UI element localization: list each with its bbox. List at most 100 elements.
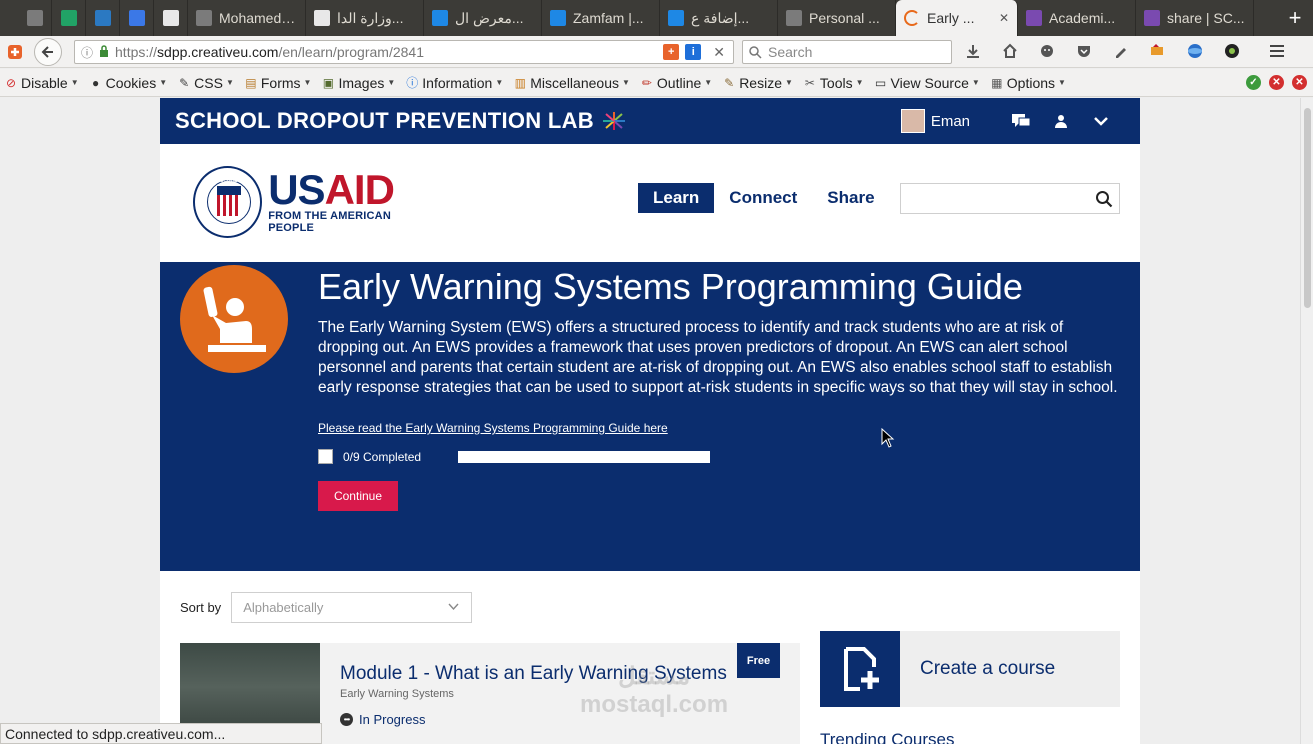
download-icon[interactable] <box>962 40 984 62</box>
browser-nav-bar: ⓘ https://sdpp.creativeu.com/en/learn/pr… <box>0 36 1313 68</box>
addon-info-icon[interactable]: i <box>685 44 702 60</box>
devbar-forms[interactable]: ▤ Forms ▼ <box>244 74 311 91</box>
chevron-down-icon[interactable] <box>1090 110 1112 132</box>
hamburger-menu-icon[interactable] <box>1266 40 1288 62</box>
browser-status-bar: Connected to sdpp.creativeu.com... <box>0 723 322 744</box>
site-container: SCHOOL DROPOUT PREVENTION LAB Eman USAID… <box>160 98 1140 744</box>
program-description: The Early Warning System (EWS) offers a … <box>318 319 1118 396</box>
program-title: Early Warning Systems Programming Guide <box>318 266 1023 307</box>
page-icon <box>314 10 330 26</box>
browser-search-placeholder: Search <box>768 44 813 60</box>
info-icon[interactable]: ⓘ <box>81 44 93 61</box>
speedometer-icon[interactable] <box>1221 40 1243 62</box>
view-source-icon: ▭ <box>874 75 887 90</box>
browser-tab[interactable] <box>154 0 188 36</box>
page-viewport: SCHOOL DROPOUT PREVENTION LAB Eman USAID… <box>0 98 1300 744</box>
browser-tab[interactable] <box>86 0 120 36</box>
back-button[interactable] <box>34 37 62 66</box>
browser-tab[interactable]: Personal ... <box>778 0 896 36</box>
devbar-cookies[interactable]: ● Cookies ▼ <box>89 75 167 91</box>
devbar-resize[interactable]: ✎ Resize ▼ <box>722 75 793 91</box>
sdpp-icon <box>1144 10 1160 26</box>
mouse-cursor-icon <box>881 428 895 448</box>
avatar[interactable] <box>900 109 925 133</box>
devbar-view-source[interactable]: ▭ View Source ▼ <box>874 75 980 91</box>
devbar-options[interactable]: ▦ Options ▼ <box>990 75 1066 91</box>
create-course-label[interactable]: Create a course <box>920 658 1055 680</box>
username[interactable]: Eman <box>931 113 970 130</box>
gmail-icon <box>786 10 802 26</box>
site-brand[interactable]: SCHOOL DROPOUT PREVENTION LAB <box>175 108 594 134</box>
free-badge: Free <box>737 643 780 678</box>
sheets-icon <box>60 10 77 26</box>
url-bar[interactable]: ⓘ https://sdpp.creativeu.com/en/learn/pr… <box>74 40 734 64</box>
nav-share[interactable]: Share <box>812 183 889 213</box>
messages-icon[interactable] <box>1010 110 1032 132</box>
dropdown-arrow-icon: ▼ <box>1058 78 1066 87</box>
error-icon[interactable]: ✕ <box>1269 75 1284 90</box>
devbar-item-label: Forms <box>260 74 301 91</box>
extension-icon[interactable] <box>1147 40 1169 62</box>
main-nav: Learn Connect Share <box>638 183 890 213</box>
profile-icon[interactable] <box>1050 110 1072 132</box>
browser-tab[interactable]: إضافة ع... <box>660 0 778 36</box>
addon-menu-icon[interactable] <box>4 41 26 63</box>
guide-link[interactable]: Please read the Early Warning Systems Pr… <box>318 421 668 435</box>
devbar-item-label: Tools <box>819 74 853 91</box>
devbar-css[interactable]: ✎ CSS ▼ <box>177 75 234 91</box>
browser-tab[interactable]: Academi... <box>1018 0 1136 36</box>
check-icon[interactable]: ✓ <box>1246 75 1261 90</box>
search-icon[interactable] <box>1095 190 1113 208</box>
browser-tab-label: Early ... <box>927 10 975 26</box>
dropdown-arrow-icon: ▼ <box>387 78 396 87</box>
page-scrollbar[interactable] <box>1300 98 1313 744</box>
site-search-input[interactable] <box>900 183 1120 214</box>
browser-tab[interactable] <box>52 0 86 36</box>
globe-icon[interactable] <box>1184 40 1206 62</box>
pocket-icon[interactable] <box>1073 40 1095 62</box>
browser-tab[interactable]: Zamfam |... <box>542 0 660 36</box>
url-path: /en/learn/program/2841 <box>278 44 424 60</box>
url-prefix: https:// <box>115 44 158 60</box>
nav-learn[interactable]: Learn <box>638 183 715 213</box>
close-toolbar-icon[interactable]: ✕ <box>1292 75 1307 90</box>
close-tab-icon[interactable]: ✕ <box>999 11 1009 25</box>
pen-icon[interactable] <box>1110 40 1132 62</box>
web-developer-toolbar: ⊘ Disable ▼ ● Cookies ▼ ✎ CSS ▼ ▤ Forms ▼ ▣ Images ▼ ⓘ I… <box>0 69 1313 97</box>
devbar-images[interactable]: ▣ Images ▼ <box>321 75 396 91</box>
seal-label: USAID <box>219 178 239 184</box>
browser-search-input[interactable]: Search <box>742 40 952 64</box>
devbar-information[interactable]: ⓘ Information ▼ <box>405 75 503 91</box>
chat-icon[interactable] <box>1036 40 1058 62</box>
usaid-seal-icon: USAID <box>193 166 263 238</box>
gmail-icon <box>26 10 43 26</box>
nav-connect[interactable]: Connect <box>714 183 812 213</box>
browser-tab[interactable]: share | SC... <box>1136 0 1254 36</box>
olx-icon <box>162 10 179 26</box>
watermark-en: mostaql.com <box>580 691 729 718</box>
browser-tab[interactable] <box>120 0 154 36</box>
search-icon <box>749 45 762 59</box>
site-top-strip: SCHOOL DROPOUT PREVENTION LAB Eman <box>160 98 1140 144</box>
logo-aid: AID <box>324 166 395 213</box>
browser-tab[interactable]: وزارة الدا... <box>306 0 424 36</box>
in-progress-icon: ••• <box>340 713 353 726</box>
usaid-logo[interactable]: USAID USAID FROM THE AMERICAN PEOPLE <box>193 166 433 238</box>
continue-button[interactable]: Continue <box>318 481 398 511</box>
browser-tab[interactable]: معرض ال... <box>424 0 542 36</box>
create-course-card[interactable]: Create a course <box>820 631 1120 707</box>
browser-tab[interactable] <box>18 0 52 36</box>
browser-tab[interactable]: Early ... ✕ <box>896 0 1018 36</box>
clear-url-icon[interactable]: ✕ <box>713 44 725 61</box>
sort-select[interactable]: Alphabetically <box>231 592 473 623</box>
home-icon[interactable] <box>999 40 1021 62</box>
devbar-disable[interactable]: ⊘ Disable ▼ <box>4 75 79 91</box>
devbar-tools[interactable]: ✂ Tools ▼ <box>803 75 864 91</box>
new-tab-button[interactable]: + <box>1277 0 1313 36</box>
addon-plus-icon[interactable]: + <box>663 44 680 60</box>
progress-bar <box>458 450 710 463</box>
devbar-outline[interactable]: ✏ Outline ▼ <box>640 75 712 91</box>
browser-tab[interactable]: Mohamed El... <box>188 0 306 36</box>
info-icon: ⓘ <box>406 76 419 90</box>
devbar-miscellaneous[interactable]: ▥ Miscellaneous ▼ <box>513 75 630 91</box>
